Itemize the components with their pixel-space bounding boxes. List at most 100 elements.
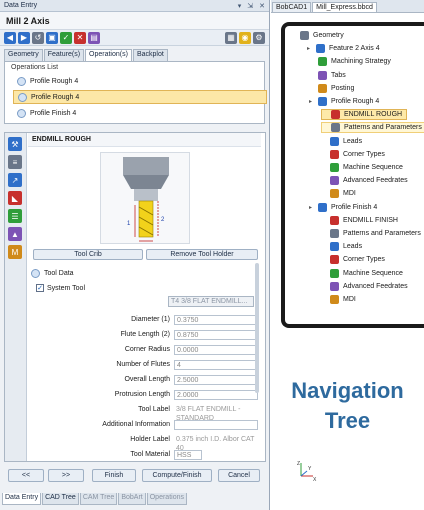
tree-node[interactable]: ▸ Profile Rough 4 [309, 96, 379, 107]
tool-page: ⚒ ≡ ↗ ◣ ☰ ▲ M ENDMILL ROUGH 1 2 Tool Cri… [4, 132, 266, 462]
mdi-icon [330, 295, 339, 304]
list-item-label: Profile Rough 4 [30, 77, 79, 85]
compute-finish-button[interactable]: Compute/Finish [142, 469, 212, 482]
field-input[interactable]: 4 [174, 360, 258, 370]
save-icon[interactable]: ▣ [46, 31, 58, 44]
tree-node[interactable]: Machining Strategy [309, 56, 391, 67]
tree-node[interactable]: Corner Types [321, 149, 385, 160]
accept-icon[interactable]: ✓ [60, 31, 72, 44]
tree-node[interactable]: Leads [321, 241, 362, 252]
tree-node[interactable]: ENDMILL ROUGH [321, 109, 408, 121]
axis-z-label: Z [297, 461, 300, 467]
tab-operations[interactable]: Operation(s) [85, 49, 132, 61]
tool-crib-button[interactable]: Tool Crib [33, 249, 143, 260]
pin-icon[interactable]: ▾ [238, 2, 242, 10]
remove-tool-holder-button[interactable]: Remove Tool Holder [146, 249, 258, 260]
tree-node[interactable]: Patterns and Parameters [321, 122, 424, 134]
feedrate-icon[interactable]: ▲ [8, 227, 22, 241]
next-button[interactable]: >> [48, 469, 84, 482]
field-input[interactable]: 0.0000 [174, 345, 258, 355]
field-input[interactable]: 0.8750 [174, 330, 258, 340]
tree-node[interactable]: Advanced Feedrates [321, 281, 408, 292]
field-input[interactable]: HSS [174, 450, 202, 460]
panel-titlebar: Data Entry ▾ ⇲ ✕ [0, 0, 269, 12]
parameters-icon[interactable]: ≡ [8, 155, 22, 169]
expander-icon[interactable]: ▸ [307, 45, 314, 52]
close-icon[interactable]: ✕ [259, 2, 265, 10]
navigation-title-line1: Navigation [291, 378, 404, 403]
tree-node[interactable]: Tabs [309, 70, 346, 81]
system-tool-checkbox[interactable]: ✓ System Tool [36, 284, 85, 292]
tree-node[interactable]: Geometry [291, 30, 344, 41]
mdi-icon[interactable]: M [8, 245, 22, 259]
cancel-button[interactable]: Cancel [218, 469, 260, 482]
tree-node[interactable]: MDI [321, 294, 356, 305]
tree-node-label: Corner Types [343, 150, 385, 158]
finish-button[interactable]: Finish [92, 469, 136, 482]
tab-data-entry[interactable]: Data Entry [2, 493, 42, 505]
tool-icon[interactable]: ⚒ [8, 137, 22, 151]
tool-data-section[interactable]: Tool Data [31, 269, 74, 278]
list-item[interactable]: Profile Finish 4 [13, 106, 267, 120]
tree-node[interactable]: ▸ Profile Finish 4 [309, 202, 377, 213]
field-input[interactable]: 2.5000 [174, 375, 258, 385]
tree-node[interactable]: Patterns and Parameters [321, 228, 421, 239]
forward-icon[interactable]: ▶ [18, 31, 30, 44]
tree-node-label: ENDMILL FINISH [343, 216, 398, 224]
expander-icon[interactable]: ▸ [309, 204, 316, 211]
feedrate-icon [330, 281, 339, 291]
tool-icon [331, 110, 340, 120]
tree-node[interactable]: MDI [321, 188, 356, 199]
field-label: Number of Flutes [116, 361, 170, 368]
tab-operations-bottom[interactable]: Operations [146, 493, 187, 505]
tab-mill-express[interactable]: Mill_Express.bbcd [312, 2, 377, 12]
tree-node[interactable]: Corner Types [321, 254, 385, 265]
back-button[interactable]: << [8, 469, 44, 482]
undo-icon[interactable]: ↺ [32, 31, 44, 44]
back-icon[interactable]: ◀ [4, 31, 16, 44]
sequence-icon [330, 268, 339, 278]
expander-icon[interactable]: ▸ [309, 98, 316, 105]
tree-node-label: Advanced Feedrates [343, 282, 408, 290]
scrollbar[interactable] [255, 263, 259, 393]
document-tabs: BobCAD1 Mill_Express.bbcd [271, 0, 424, 13]
tab-backplot[interactable]: Backplot [132, 49, 168, 61]
field-input[interactable] [174, 420, 258, 430]
field-row: Overall Length 2.5000 [28, 375, 258, 386]
field-row: Holder Label 0.375 inch I.D. Albor CAT 40 [28, 435, 260, 452]
tree-node[interactable]: ENDMILL FINISH [321, 215, 398, 226]
layout-icon[interactable]: ▦ [225, 31, 237, 44]
library-icon[interactable]: ▤ [88, 31, 100, 44]
list-item[interactable]: Profile Rough 4 [13, 90, 267, 104]
tool-select[interactable]: T4 3/8 FLAT ENDMILL... [168, 296, 254, 307]
tab-features[interactable]: Feature(s) [43, 49, 85, 61]
tree-node[interactable]: Posting [309, 83, 354, 94]
data-entry-panel: Data Entry ▾ ⇲ ✕ Mill 2 Axis ◀ ▶ ↺ ▣ ✓ ✕… [0, 0, 270, 510]
preview-icon[interactable]: ◉ [239, 31, 251, 44]
tab-bobcad1[interactable]: BobCAD1 [272, 2, 312, 12]
delete-icon[interactable]: ✕ [74, 31, 86, 44]
sequence-icon[interactable]: ☰ [8, 209, 22, 223]
tab-bobart[interactable]: BobArt [118, 493, 146, 505]
tree-node[interactable]: Machine Sequence [321, 162, 403, 173]
field-label: Holder Label [130, 436, 170, 443]
settings-icon[interactable]: ⚙ [253, 31, 265, 44]
tab-cam-tree[interactable]: CAM Tree [79, 493, 118, 505]
tree-node[interactable]: Machine Sequence [321, 268, 403, 279]
tab-geometry[interactable]: Geometry [4, 49, 43, 61]
tree-node[interactable]: Advanced Feedrates [321, 175, 408, 186]
tree-node[interactable]: ▸ Feature 2 Axis 4 [307, 43, 380, 54]
tree-node[interactable]: Leads [321, 136, 362, 147]
field-label: Overall Length [124, 376, 170, 383]
tab-cad-tree[interactable]: CAD Tree [42, 493, 79, 505]
field-input[interactable]: 0.375 inch I.D. Albor CAT 40 [174, 435, 260, 452]
dock-icon[interactable]: ⇲ [247, 2, 253, 10]
field-input[interactable]: 0.3750 [174, 315, 258, 325]
field-input[interactable]: 3/8 FLAT ENDMILL - STANDARD [174, 405, 260, 422]
system-tool-label: System Tool [47, 284, 85, 292]
tree-node-label: Advanced Feedrates [343, 177, 408, 185]
corner-icon[interactable]: ◣ [8, 191, 22, 205]
field-input[interactable]: 2.0000 [174, 390, 258, 400]
leads-icon[interactable]: ↗ [8, 173, 22, 187]
list-item[interactable]: Profile Rough 4 [13, 74, 267, 88]
